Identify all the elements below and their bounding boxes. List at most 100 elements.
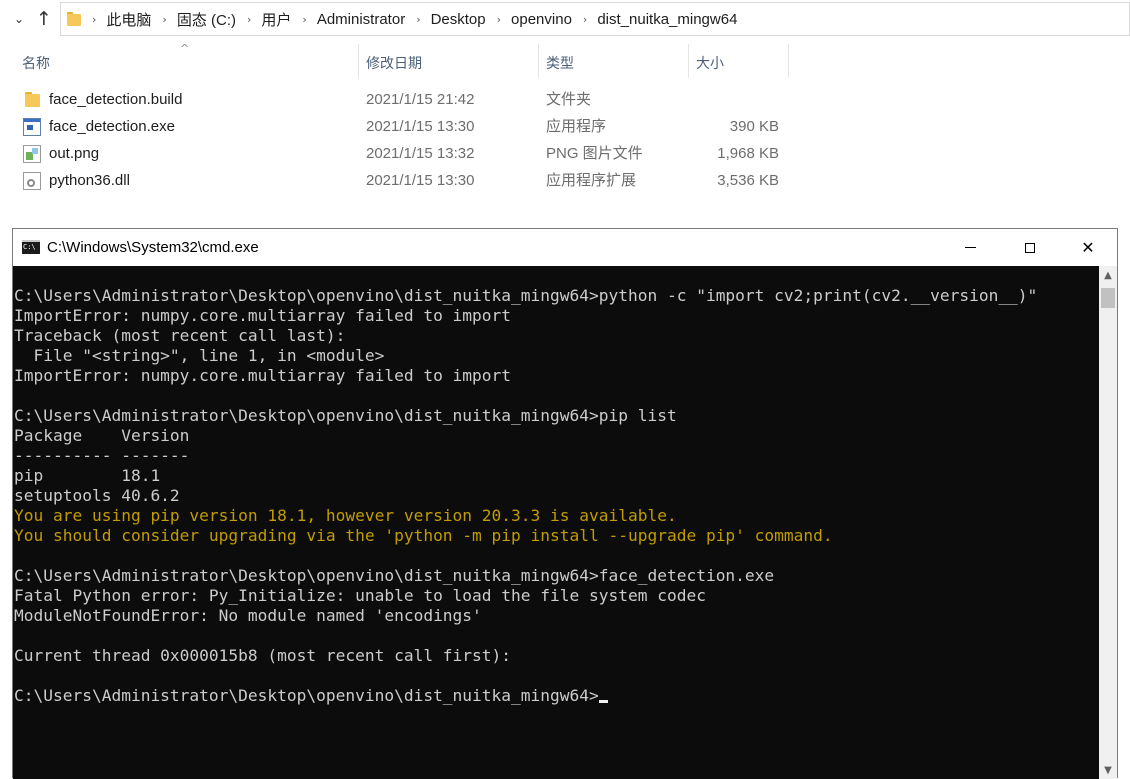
file-size: 1,968 KB	[717, 145, 779, 162]
console-line: setuptools 40.6.2	[13, 486, 1037, 506]
console-line-text: C:\Users\Administrator\Desktop\openvino\…	[14, 566, 775, 585]
console-line-text: File "<string>", line 1, in <module>	[14, 346, 385, 365]
console-line: C:\Users\Administrator\Desktop\openvino\…	[13, 566, 1037, 586]
file-name: out.png	[49, 145, 100, 162]
maximize-icon	[1025, 242, 1035, 253]
file-row[interactable]: out.png 2021/1/15 13:32 PNG 图片文件 1,968 KB	[18, 141, 798, 167]
console-line-text: C:\Users\Administrator\Desktop\openvino\…	[14, 406, 677, 425]
console-line: Current thread 0x000015b8 (most recent c…	[13, 646, 1037, 666]
breadcrumb-separator-icon[interactable]: ›	[497, 13, 501, 26]
console-line: ---------- -------	[13, 446, 1037, 466]
file-row[interactable]: face_detection.exe 2021/1/15 13:30 应用程序 390…	[18, 114, 798, 140]
console-line-text: ImportError: numpy.core.multiarray faile…	[14, 306, 512, 325]
console-line-text: Fatal Python error: Py_Initialize: unabl…	[14, 586, 706, 605]
breadcrumb[interactable]: › 此电脑 › 固态 (C:) › 用户 › Administrator › Desktop › op…	[60, 2, 1130, 36]
file-size: 3,536 KB	[717, 172, 779, 189]
breadcrumb-item[interactable]: Administrator	[317, 11, 405, 28]
console-line: C:\Users\Administrator\Desktop\openvino\…	[13, 406, 1037, 426]
close-button[interactable]: ✕	[1059, 229, 1117, 266]
breadcrumb-separator-icon[interactable]: ›	[416, 13, 420, 26]
minimize-button[interactable]	[941, 229, 999, 266]
console-line: Traceback (most recent call last):	[13, 326, 1037, 346]
console-warning-line: You are using pip version 18.1, however …	[13, 506, 1037, 526]
file-size	[678, 87, 779, 113]
breadcrumb-separator-icon[interactable]: ›	[302, 13, 306, 26]
folder-icon	[67, 12, 81, 26]
column-divider[interactable]	[688, 44, 689, 78]
column-divider[interactable]	[788, 44, 789, 78]
recent-locations-chevron-icon[interactable]: ⌄	[9, 0, 29, 38]
file-size: 390 KB	[729, 118, 779, 135]
console-line-text: C:\Users\Administrator\Desktop\openvino\…	[14, 286, 1038, 305]
console-line-text: setuptools 40.6.2	[14, 486, 180, 505]
file-modified-date: 2021/1/15 13:30	[366, 172, 475, 189]
column-headers: ^ 名称 修改日期 类型 大小	[0, 42, 1130, 82]
breadcrumb-separator-icon[interactable]: ›	[247, 13, 251, 26]
file-modified-date: 2021/1/15 13:32	[366, 145, 475, 162]
vertical-scrollbar[interactable]: ▲ ▼	[1099, 266, 1117, 779]
column-header-size[interactable]: 大小	[696, 44, 786, 82]
column-divider[interactable]	[538, 44, 539, 78]
explorer-address-bar: ⌄ ↑ › 此电脑 › 固态 (C:) › 用户 › Administrator › Deskto…	[0, 0, 1130, 38]
breadcrumb-item[interactable]: dist_nuitka_mingw64	[597, 11, 737, 28]
breadcrumb-item[interactable]: 用户	[261, 9, 291, 30]
file-type: 文件夹	[546, 91, 592, 108]
console-line: ImportError: numpy.core.multiarray faile…	[13, 306, 1037, 326]
close-icon: ✕	[1081, 238, 1095, 257]
console-line-text: Current thread 0x000015b8 (most recent c…	[14, 646, 512, 665]
column-header-date[interactable]: 修改日期	[366, 44, 531, 82]
breadcrumb-item[interactable]: openvino	[511, 11, 572, 28]
breadcrumb-separator-icon[interactable]: ›	[583, 13, 587, 26]
file-type: 应用程序扩展	[546, 172, 637, 189]
console-line: C:\Users\Administrator\Desktop\openvino\…	[13, 286, 1037, 306]
scrollbar-thumb[interactable]	[1101, 288, 1115, 308]
file-type: PNG 图片文件	[546, 145, 643, 162]
console-line-text: ModuleNotFoundError: No module named 'en…	[14, 606, 482, 625]
cmd-title-bar[interactable]: C:\Windows\System32\cmd.exe ✕	[13, 229, 1117, 266]
up-arrow-icon[interactable]: ↑	[34, 0, 54, 38]
file-modified-date: 2021/1/15 21:42	[366, 91, 475, 108]
column-header-name[interactable]: 名称	[22, 44, 352, 82]
folder-icon	[23, 91, 41, 109]
console-line: File "<string>", line 1, in <module>	[13, 346, 1037, 366]
maximize-button[interactable]	[1001, 229, 1059, 266]
file-name: face_detection.exe	[49, 118, 175, 135]
text-cursor	[598, 700, 608, 703]
breadcrumb-item[interactable]: 固态 (C:)	[177, 9, 236, 30]
cmd-icon[interactable]	[22, 240, 40, 254]
exe-icon	[23, 118, 41, 136]
console-line: ModuleNotFoundError: No module named 'en…	[13, 606, 1037, 626]
dll-icon	[23, 172, 41, 190]
png-icon	[23, 145, 41, 163]
console-line-text: ---------- -------	[14, 446, 190, 465]
console-line-text: pip 18.1	[14, 466, 161, 485]
file-row[interactable]: python36.dll 2021/1/15 13:30 应用程序扩展 3,536 K…	[18, 168, 798, 194]
breadcrumb-item[interactable]: Desktop	[431, 11, 486, 28]
file-modified-date: 2021/1/15 13:30	[366, 118, 475, 135]
console-line-text: C:\Users\Administrator\Desktop\openvino\…	[14, 686, 599, 705]
file-name: python36.dll	[49, 172, 130, 189]
cmd-window: C:\Windows\System32\cmd.exe ✕ C:\Users\A…	[12, 228, 1118, 779]
column-header-type[interactable]: 类型	[546, 44, 681, 82]
console-prompt-line: C:\Users\Administrator\Desktop\openvino\…	[13, 686, 1037, 706]
console-warning-line: You should consider upgrading via the 'p…	[13, 526, 1037, 546]
console-line-text: You are using pip version 18.1, however …	[14, 506, 677, 525]
scroll-down-icon[interactable]: ▼	[1099, 761, 1117, 779]
console-line: Package Version	[13, 426, 1037, 446]
breadcrumb-item[interactable]: 此电脑	[106, 9, 151, 30]
column-divider[interactable]	[358, 44, 359, 78]
breadcrumb-separator-icon[interactable]: ›	[162, 13, 166, 26]
console-output[interactable]: C:\Users\Administrator\Desktop\openvino\…	[13, 266, 1099, 779]
scroll-up-icon[interactable]: ▲	[1099, 266, 1117, 284]
console-line: ImportError: numpy.core.multiarray faile…	[13, 366, 1037, 386]
file-type: 应用程序	[546, 118, 607, 135]
file-row[interactable]: face_detection.build 2021/1/15 21:42 文件夹	[18, 87, 798, 113]
console-line-text: Traceback (most recent call last):	[14, 326, 346, 345]
breadcrumb-separator-icon[interactable]: ›	[92, 13, 96, 26]
window-title: C:\Windows\System32\cmd.exe	[47, 239, 259, 256]
console-line-text: Package Version	[14, 426, 190, 445]
